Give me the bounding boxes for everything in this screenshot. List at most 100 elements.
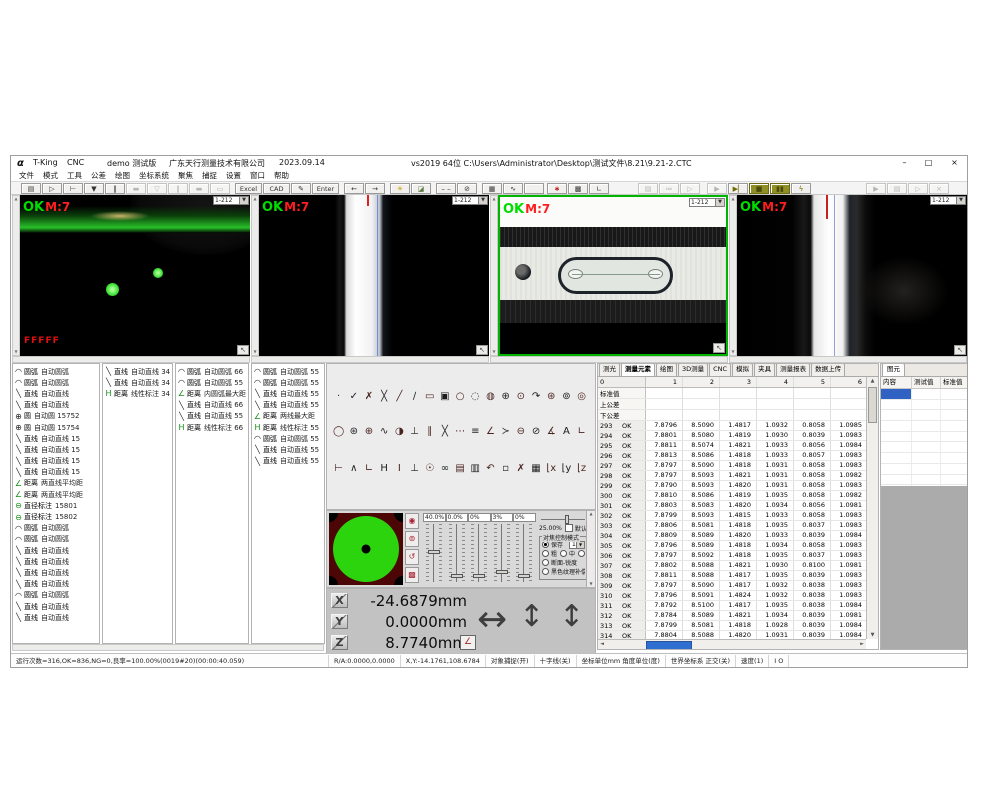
camera1-image[interactable]: FFFFF OKM:7 1-212▼ ↖ [20,195,250,356]
jog-y-arrow-icon[interactable]: ↕ [519,597,544,637]
element-list-item[interactable]: ∠距离两直线平均距 [13,478,99,489]
chevron-down-icon[interactable]: ▼ [956,197,965,204]
element-list-item[interactable]: ╲直线自动直线 [13,388,99,399]
result-row[interactable]: 294OK7.88018.50801.48191.09300.80391.098… [598,431,866,441]
element-list-item[interactable]: ╲直线自动直线 15 [13,456,99,467]
pan-button[interactable]: ↖ [237,345,249,355]
camera1-hscrollbar[interactable] [12,356,250,363]
master-light-slider[interactable] [539,515,587,524]
menu-绘图[interactable]: 绘图 [115,170,130,181]
element-list-item[interactable]: ◠圆弧自动圆弧 [13,377,99,388]
jog-z-arrow-icon[interactable]: ↕ [559,597,584,637]
measure-tool-icon[interactable]: H [377,463,392,474]
camera-pane-1[interactable]: ▲▼ FFFFF OKM:7 1-212▼ ↖ [12,195,250,356]
light-sl[interactable] [426,524,442,582]
camera4-image[interactable]: OKM:7 1-212▼ ↖ [737,195,967,356]
measure-tool-icon[interactable]: ▦ [528,463,543,474]
result-row[interactable]: 302OK7.87998.50931.48151.09330.80581.098… [598,511,866,521]
run-button-icon[interactable]: ϟ [791,183,811,194]
light-button-icon[interactable]: ☀ [390,183,410,194]
element-list-item[interactable]: ◠圆弧自动圆弧 55 [252,433,324,444]
element-value-row[interactable] [881,432,967,443]
close-button[interactable]: × [949,158,960,167]
sharpness-radio[interactable] [542,559,549,566]
element-list-item[interactable]: ╲直线自动直线 [13,612,99,623]
result-row[interactable]: 304OK7.88098.50891.48201.09330.80391.098… [598,531,866,541]
element-list-item[interactable]: ╲直线自动直线 55 [176,411,248,422]
play-to-end-button-icon[interactable]: ▶▏ [728,183,748,194]
enter-button-icon[interactable]: Enter [312,183,339,194]
result-row[interactable]: 299OK7.87908.50931.48201.09310.80581.098… [598,481,866,491]
results-grid[interactable]: 0123456标准值上公差下公差293OK7.87968.50901.48171… [598,377,866,639]
camera3-scrollbar[interactable]: ▲▼ [490,195,498,356]
move-left-button-icon[interactable]: ← [344,183,364,194]
measure-tool-icon[interactable]: ⊥ [407,426,422,437]
measure-tool-icon[interactable]: ◯ [331,426,346,437]
tab-测量报表[interactable]: 测量报表 [776,363,810,376]
z-axis-button[interactable]: Z [331,635,348,650]
camera1-scrollbar[interactable]: ▲▼ [12,195,20,356]
menu-帮助[interactable]: 帮助 [274,170,289,181]
measure-tool-icon[interactable]: ⌊x [544,463,559,474]
hatch-button-icon[interactable]: ▦ [482,183,502,194]
result-row[interactable]: 307OK7.88028.50881.48211.09300.81001.098… [598,561,866,571]
matrix-button-icon[interactable]: ▩ [568,183,588,194]
camera2-scrollbar[interactable]: ▲▼ [251,195,259,356]
slider-thumb[interactable] [496,570,508,574]
menu-公差[interactable]: 公差 [91,170,106,181]
element-list-item[interactable]: ◠圆弧自动圆弧 55 [252,377,324,388]
zoom-button-icon[interactable]: ⊘ [457,183,477,194]
move-right-button-icon[interactable]: → [365,183,385,194]
menu-坐标系统[interactable]: 坐标系统 [139,170,169,181]
tab-数据上传[interactable]: 数据上传 [811,363,845,376]
element-list-item[interactable]: ◠圆弧自动圆弧 55 [252,366,324,377]
tab-夹具[interactable]: 夹具 [754,363,775,376]
element-list-hscrollbar[interactable] [12,644,324,651]
camera2-image[interactable]: OKM:7 1-212▼ ↖ [259,195,489,356]
measure-tool-icon[interactable]: ◎ [574,391,589,402]
tab-模拟[interactable]: 模拟 [732,363,753,376]
element-value-row[interactable] [881,475,967,486]
measure-tool-icon[interactable]: ◌ [468,391,483,402]
results-hscrollbar[interactable]: ◄ ► [598,639,866,649]
measure-tool-icon[interactable]: · [331,391,346,402]
coarse-radio[interactable] [542,550,549,557]
element-list-item[interactable]: ∠距离内圆弧最大距 [176,388,248,399]
element-list-item[interactable]: H距离线性标注 34 [103,388,172,399]
element-list-item[interactable]: ⊖直径标注15801 [13,500,99,511]
measure-tool-icon[interactable]: ▥ [468,463,483,474]
element-value-row[interactable] [881,421,967,432]
save-button-icon[interactable]: ▤ [21,183,41,194]
element-list-item[interactable]: ∠距离两直线平均距 [13,489,99,500]
default-mode-checkbox[interactable] [565,524,573,532]
light-sl[interactable] [516,524,532,582]
measure-tool-icon[interactable]: ∧ [346,463,361,474]
result-row[interactable]: 301OK7.88038.50831.48201.09340.80561.098… [598,501,866,511]
camera4-range-select[interactable]: 1-212▼ [930,196,966,205]
y-axis-button[interactable]: Y [331,614,348,629]
tab-测光[interactable]: 测光 [599,363,620,376]
element-list-item[interactable]: ╲直线自动直线 55 [252,456,324,467]
measure-tool-icon[interactable]: ∟ [574,426,589,437]
menu-文件[interactable]: 文件 [19,170,34,181]
measure-tool-icon[interactable]: ╳ [377,391,392,402]
element-list-item[interactable]: ╲直线自动直线 [13,545,99,556]
element-value-row[interactable] [881,464,967,475]
measure-tool-icon[interactable]: ∠ [483,426,498,437]
menu-聚焦[interactable]: 聚焦 [178,170,193,181]
measure-tool-icon[interactable]: ⊥ [407,463,422,474]
result-row[interactable]: 313OK7.87998.50811.48181.09280.80391.098… [598,621,866,631]
chevron-down-icon[interactable]: ▼ [239,197,248,204]
element-list-item[interactable]: ╲直线自动直线 55 [252,444,324,455]
element-list-item[interactable]: ╲直线自动直线 15 [13,467,99,478]
scrollbar-thumb[interactable] [868,387,877,423]
element-list-item[interactable]: ◠圆弧自动圆弧 [13,523,99,534]
jog-xy-arrows-icon[interactable]: ↔ [477,605,507,635]
blank-button-icon[interactable] [524,183,544,194]
tab-绘图[interactable]: 绘图 [656,363,677,376]
light-sl[interactable] [471,524,487,582]
measure-tool-icon[interactable]: Ⅰ [392,463,407,474]
camera-pane-3-selected[interactable]: ▲▼ OKM:7 1-212▼ ↖ [490,195,728,356]
result-row[interactable]: 312OK7.87848.50891.48211.09340.80391.098… [598,611,866,621]
dash-button-icon[interactable]: – – [436,183,456,194]
